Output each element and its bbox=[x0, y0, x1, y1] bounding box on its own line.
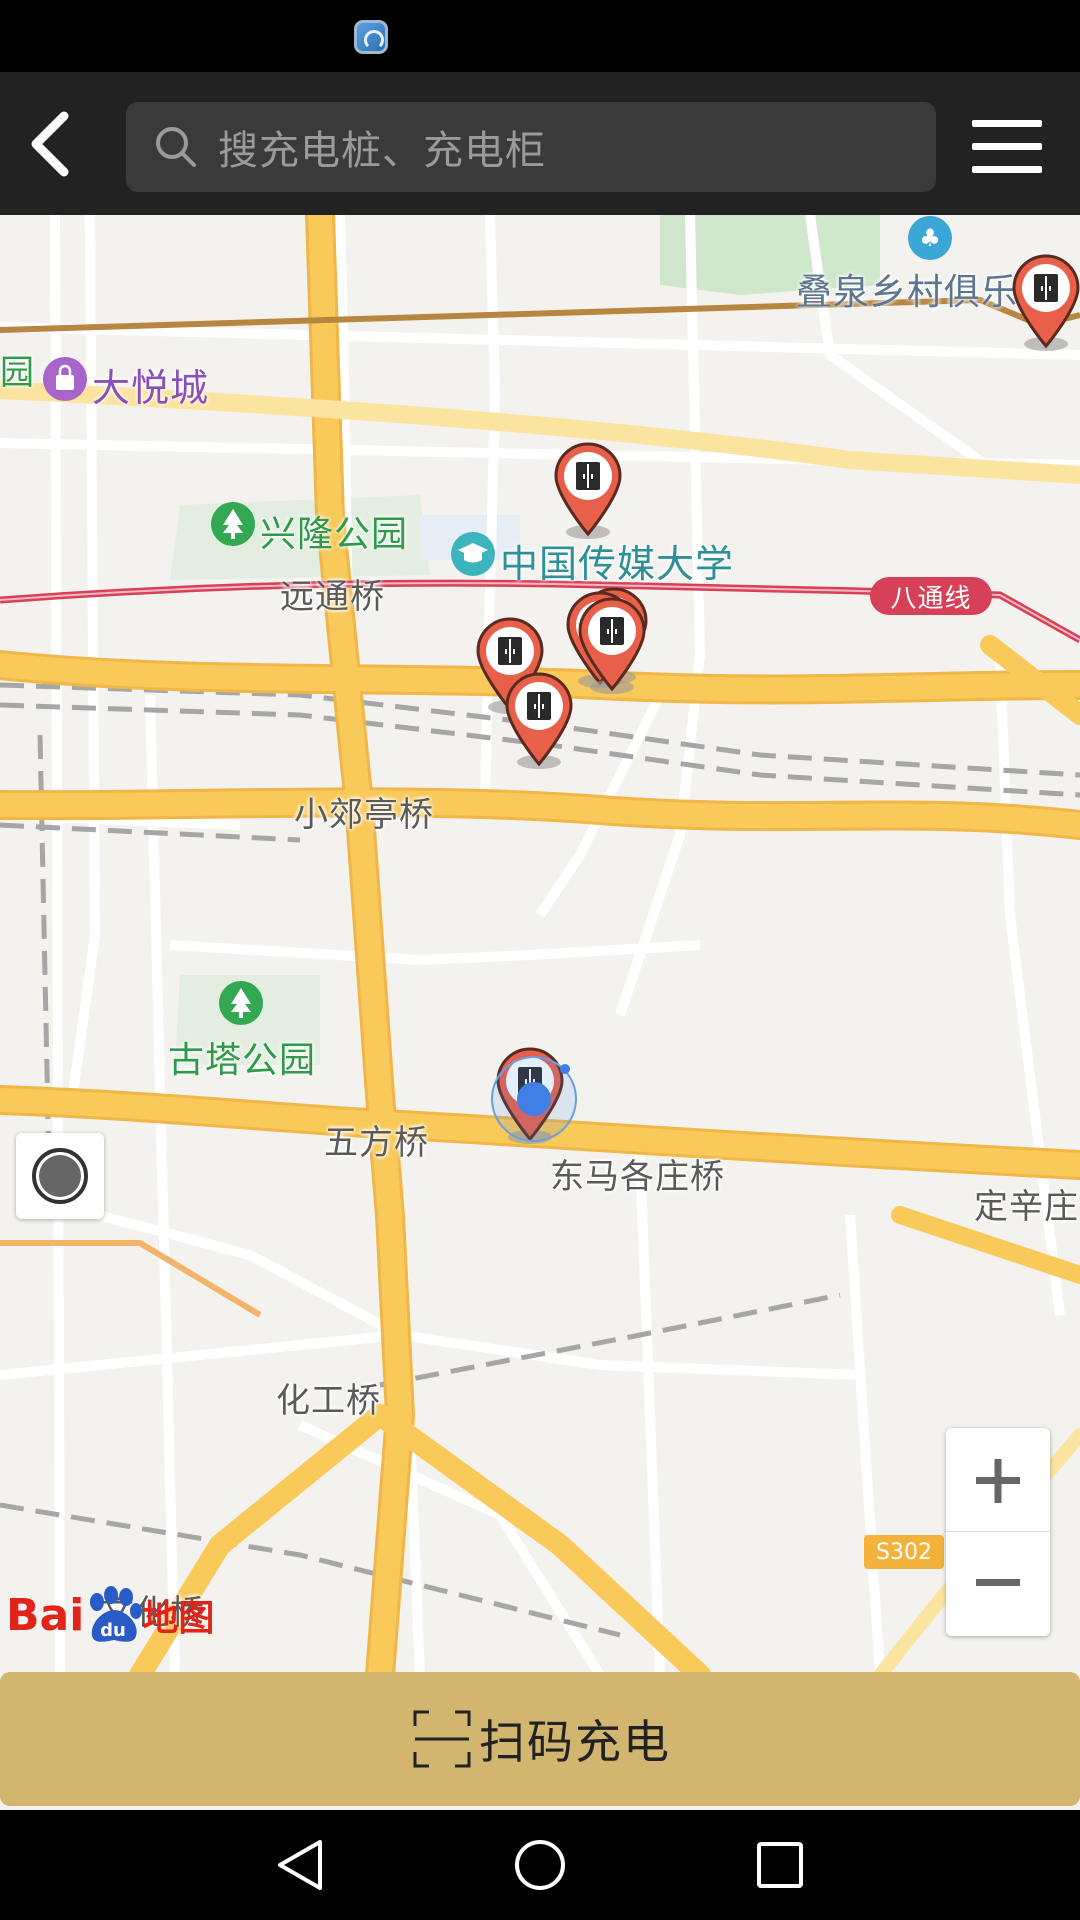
menu-icon-bar bbox=[972, 120, 1042, 127]
shopping-bag-icon bbox=[42, 356, 88, 402]
svg-text:♣: ♣ bbox=[919, 224, 941, 252]
map-label-bridge: 小郊亭桥 bbox=[294, 795, 434, 835]
map-label-park: 兴隆公园 bbox=[260, 514, 409, 555]
map-label-university: 中国传媒大学 bbox=[500, 542, 735, 586]
tree-icon bbox=[218, 980, 264, 1026]
plus-icon bbox=[976, 1459, 1020, 1503]
map-label-park: 古塔公园 bbox=[168, 1040, 317, 1081]
local-road bbox=[0, 1240, 262, 1318]
circle-home-icon bbox=[515, 1840, 565, 1890]
minus-icon bbox=[976, 1579, 1020, 1586]
main-roads bbox=[0, 215, 1080, 1675]
map-label-bridge: 远通桥 bbox=[280, 577, 385, 617]
header: 搜充电桩、充电柜 bbox=[0, 72, 1080, 215]
charging-station-marker[interactable] bbox=[503, 670, 575, 770]
navigation-bar bbox=[0, 1810, 1080, 1920]
location-target-icon bbox=[32, 1148, 88, 1204]
scan-button-label: 扫码充电 bbox=[479, 1715, 671, 1769]
screen: 搜充电桩、充电柜 ♣ 园 大悦城 兴隆公园 中国传媒大学 远通桥 叠泉乡村俱乐 … bbox=[0, 0, 1080, 1920]
map-view[interactable]: ♣ 园 大悦城 兴隆公园 中国传媒大学 远通桥 叠泉乡村俱乐 小郊亭桥 古塔公园… bbox=[0, 215, 1080, 1675]
menu-icon-bar bbox=[972, 143, 1042, 150]
zoom-control bbox=[946, 1428, 1050, 1636]
map-label-bridge: 五方桥 bbox=[324, 1123, 429, 1163]
route-badge: S302 bbox=[864, 1535, 944, 1569]
zoom-out-button[interactable] bbox=[946, 1532, 1050, 1636]
svg-text:du: du bbox=[100, 1620, 126, 1641]
chevron-left-icon bbox=[31, 111, 69, 177]
baidu-map-logo: Bai du 地图 bbox=[6, 1585, 214, 1645]
graduation-cap-icon bbox=[450, 531, 496, 577]
baidu-paw-icon: du bbox=[90, 1586, 143, 1642]
charging-station-marker[interactable] bbox=[1010, 252, 1080, 352]
qr-scan-icon bbox=[413, 1710, 471, 1768]
zoom-in-button[interactable] bbox=[946, 1428, 1050, 1532]
map-canvas bbox=[0, 215, 1080, 1675]
nav-recents-button[interactable] bbox=[740, 1830, 820, 1900]
current-location-icon bbox=[491, 1056, 577, 1142]
back-button[interactable] bbox=[14, 104, 94, 184]
nav-home-button[interactable] bbox=[500, 1830, 580, 1900]
map-label: 园 bbox=[0, 353, 35, 393]
nav-back-button[interactable] bbox=[260, 1830, 340, 1900]
triangle-back-icon bbox=[278, 1840, 322, 1890]
search-placeholder: 搜充电桩、充电柜 bbox=[218, 128, 546, 174]
map-label-club: 叠泉乡村俱乐 bbox=[796, 272, 1019, 313]
logo-text: Bai bbox=[6, 1589, 85, 1641]
status-bar bbox=[0, 0, 1080, 72]
map-label-area: 定辛庄 bbox=[974, 1187, 1079, 1227]
menu-button[interactable] bbox=[962, 112, 1052, 182]
menu-icon-bar bbox=[972, 166, 1042, 173]
map-label-mall: 大悦城 bbox=[92, 366, 210, 410]
locate-button[interactable] bbox=[16, 1133, 104, 1219]
scan-bar: 扫码充电 bbox=[0, 1672, 1080, 1810]
search-input[interactable]: 搜充电桩、充电柜 bbox=[126, 102, 936, 192]
map-label-bridge: 东马各庄桥 bbox=[550, 1157, 725, 1197]
charging-station-marker[interactable] bbox=[576, 595, 648, 695]
metro-line-badge: 八通线 bbox=[870, 577, 992, 615]
tree-icon bbox=[210, 501, 256, 547]
scan-to-charge-button[interactable]: 扫码充电 bbox=[0, 1672, 1080, 1806]
search-icon bbox=[156, 127, 196, 167]
charging-station-marker[interactable] bbox=[552, 440, 624, 540]
logo-text: 地图 bbox=[142, 1598, 215, 1639]
sports-icon: ♣ bbox=[907, 215, 953, 261]
square-recents-icon bbox=[757, 1842, 803, 1888]
map-label-bridge: 化工桥 bbox=[276, 1381, 381, 1421]
app-notification-icon bbox=[354, 20, 388, 54]
